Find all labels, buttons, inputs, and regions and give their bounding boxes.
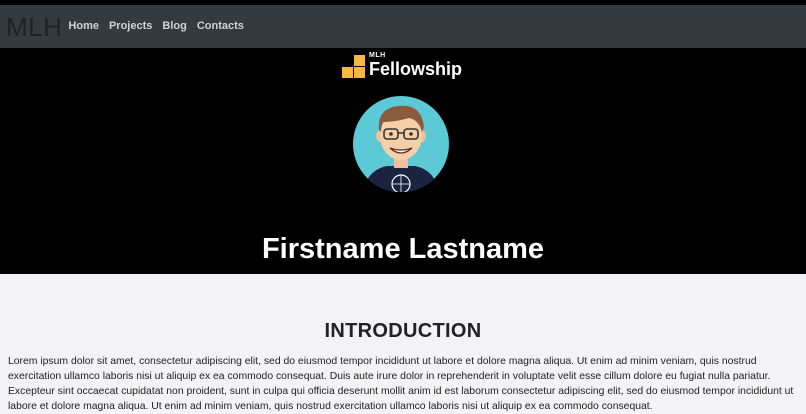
nav-link-contacts[interactable]: Contacts bbox=[197, 21, 244, 32]
fellowship-blocks-icon bbox=[342, 55, 365, 78]
hero-section: MLH Fellowship Firstname Lastname bbox=[0, 48, 806, 274]
profile-name: Firstname Lastname bbox=[261, 233, 545, 266]
nav-link-projects[interactable]: Projects bbox=[109, 21, 152, 32]
cartoon-avatar-image bbox=[353, 96, 449, 192]
introduction-text: Lorem ipsum dolor sit amet, consectetur … bbox=[8, 356, 794, 413]
logo-mlh-text: MLH bbox=[369, 52, 386, 59]
logo-fellowship-text: Fellowship bbox=[369, 59, 463, 79]
navbar: MLH Home Projects Blog Contacts bbox=[0, 5, 806, 48]
introduction-heading: INTRODUCTION bbox=[324, 319, 482, 342]
brand-logo[interactable]: MLH bbox=[6, 14, 62, 40]
nav-link-blog[interactable]: Blog bbox=[162, 21, 186, 32]
profile-avatar bbox=[353, 96, 449, 192]
mlh-fellowship-logo: MLH Fellowship bbox=[342, 51, 466, 81]
nav-link-home[interactable]: Home bbox=[68, 21, 99, 32]
